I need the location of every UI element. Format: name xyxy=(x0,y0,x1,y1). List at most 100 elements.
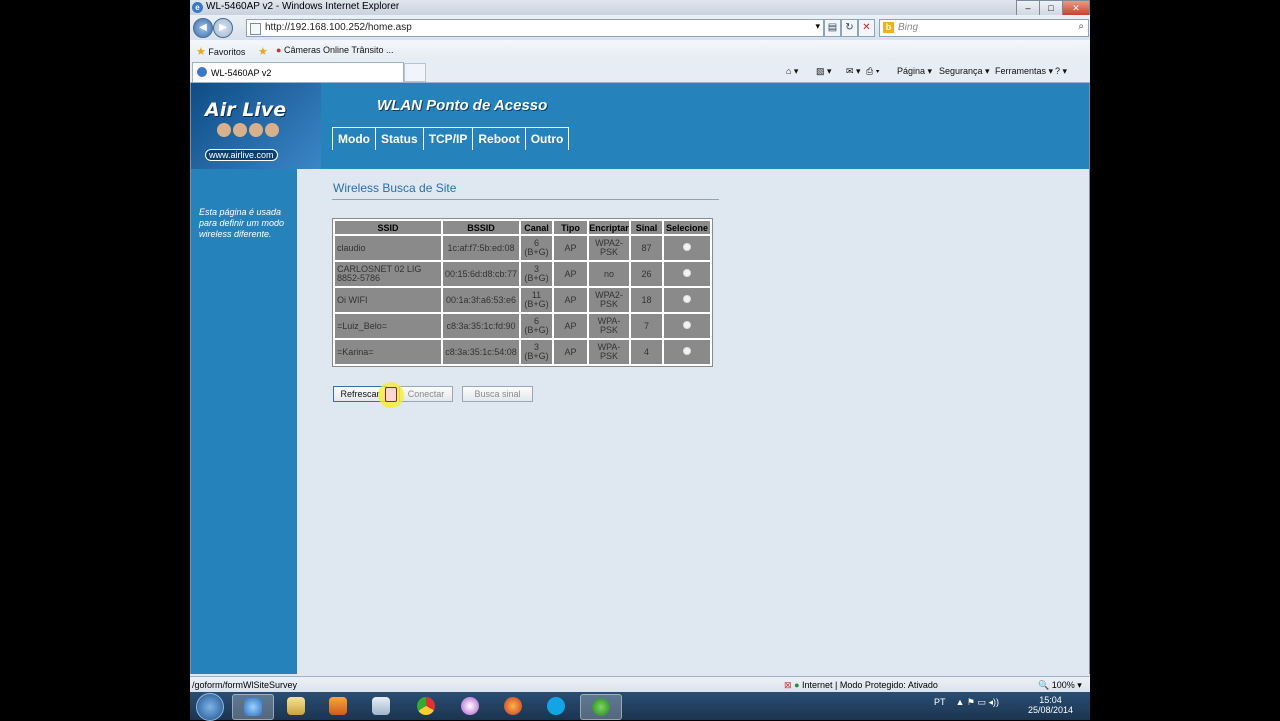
app-icon xyxy=(461,697,479,715)
clock[interactable]: 15:04 25/08/2014 xyxy=(1028,695,1073,715)
cell-encrypt: WPA2-PSK xyxy=(589,236,629,260)
zone-label: Internet | Modo Protegido: Ativado xyxy=(802,680,938,690)
cell-bssid: 1c:af:f7:5b:ed:08 xyxy=(443,236,519,260)
globe-icon: ● xyxy=(794,680,800,690)
table-row: CARLOSNET 02 LIG 8852-5786 00:15:6d:d8:c… xyxy=(335,262,710,286)
url-field[interactable]: http://192.168.100.252/home.asp ▾ xyxy=(246,19,824,37)
site-survey-table: SSID BSSID Canal Tipo Encriptar Sinal Se… xyxy=(332,218,713,367)
calculator-icon xyxy=(372,697,390,715)
tab-icon xyxy=(197,67,207,77)
tools-menu[interactable]: Ferramentas ▾ xyxy=(995,66,1053,77)
col-select: Selecione xyxy=(664,221,710,234)
menu-outro[interactable]: Outro xyxy=(524,128,570,150)
select-radio[interactable] xyxy=(683,269,691,277)
menu-tcpip[interactable]: TCP/IP xyxy=(422,128,473,150)
menu-status[interactable]: Status xyxy=(375,128,423,150)
select-radio[interactable] xyxy=(683,321,691,329)
taskbar-explorer[interactable] xyxy=(276,694,316,718)
cell-select xyxy=(664,314,710,338)
menu-reboot[interactable]: Reboot xyxy=(472,128,524,150)
menu-modo[interactable]: Modo xyxy=(332,128,375,150)
status-bar: /goform/formWlSiteSurvey ⊠ ● Internet | … xyxy=(190,676,1090,693)
cell-ssid: =Karina= xyxy=(335,340,441,364)
table-row: claudio 1c:af:f7:5b:ed:08 6 (B+G) AP WPA… xyxy=(335,236,710,260)
feeds-icon[interactable]: ▧ ▾ xyxy=(816,66,832,77)
tools-menu-label: Ferramentas xyxy=(995,66,1047,76)
table-row: Oi WIFI 00:1a:3f:a6:53:e6 11 (B+G) AP WP… xyxy=(335,288,710,312)
tab-bar: WL-5460AP v2 ⌂ ▾ ▧ ▾ ✉ ▾ ⎙ ▾ Página ▾ Se… xyxy=(190,60,1090,83)
select-radio[interactable] xyxy=(683,243,691,251)
click-highlight xyxy=(378,382,404,408)
refresh-icon[interactable]: ↻ xyxy=(841,19,858,37)
taskbar: PT ▲ ⚑ ▭ ◂)) 15:04 25/08/2014 xyxy=(190,692,1090,721)
zoom-value: 100% xyxy=(1051,680,1075,690)
fav-link-cameras[interactable]: ● Câmeras Online Trânsito ... xyxy=(276,45,394,55)
star-icon: ★ xyxy=(196,46,206,58)
cell-signal: 87 xyxy=(631,236,662,260)
cell-channel: 3 (B+G) xyxy=(521,262,552,286)
search-field[interactable]: b Bing ⌕ xyxy=(879,19,1089,37)
dropdown-icon[interactable]: ▾ xyxy=(815,21,820,32)
new-tab-button[interactable] xyxy=(404,63,426,82)
taskbar-calc[interactable] xyxy=(361,694,401,718)
table-row: =Karina= c8:3a:35:1c:54:08 3 (B+G) AP WP… xyxy=(335,340,710,364)
mail-icon[interactable]: ✉ ▾ xyxy=(846,66,861,77)
back-button[interactable]: ◀ xyxy=(193,18,213,38)
table-row: =Luiz_Belo= c8:3a:35:1c:fd:90 6 (B+G) AP… xyxy=(335,314,710,338)
forward-button[interactable]: ▶ xyxy=(213,18,233,38)
cell-type: AP xyxy=(554,236,587,260)
scan-button[interactable]: Busca sinal xyxy=(462,386,533,402)
tab-router[interactable]: WL-5460AP v2 xyxy=(192,62,404,82)
page-menu[interactable]: Página ▾ xyxy=(897,66,932,77)
cell-type: AP xyxy=(554,288,587,312)
col-channel: Canal xyxy=(521,221,552,234)
router-sidebar: Esta página é usada para definir um modo… xyxy=(191,169,297,674)
zoom-control[interactable]: 🔍 100% ▾ xyxy=(1038,680,1082,691)
stop-icon[interactable]: ✕ xyxy=(858,19,875,37)
search-icon[interactable]: ⌕ xyxy=(1078,21,1084,32)
media-icon xyxy=(329,697,347,715)
col-ssid: SSID xyxy=(335,221,441,234)
cell-channel: 3 (B+G) xyxy=(521,340,552,364)
taskbar-ie[interactable] xyxy=(232,694,274,720)
section-title: Wireless Busca de Site xyxy=(333,181,457,195)
security-menu[interactable]: Segurança ▾ xyxy=(939,66,990,77)
cell-signal: 4 xyxy=(631,340,662,364)
taskbar-firefox[interactable] xyxy=(493,694,533,718)
minimize-button[interactable]: – xyxy=(1016,0,1040,16)
sidebar-description: Esta página é usada para definir um modo… xyxy=(199,207,285,239)
taskbar-skype[interactable] xyxy=(536,694,576,718)
taskbar-media[interactable] xyxy=(318,694,358,718)
start-button[interactable] xyxy=(196,693,224,721)
maximize-button[interactable]: □ xyxy=(1039,0,1063,16)
add-favorites-icon[interactable]: ★ xyxy=(258,45,268,58)
help-icon[interactable]: ? ▾ xyxy=(1055,66,1067,77)
favorites-label: Favoritos xyxy=(208,47,246,57)
print-icon[interactable]: ⎙ ▾ xyxy=(866,66,879,77)
page-icon xyxy=(250,23,261,35)
airlive-logo: Air Live www.airlive.com xyxy=(191,83,321,169)
cell-encrypt: no xyxy=(589,262,629,286)
cell-channel: 6 (B+G) xyxy=(521,236,552,260)
cell-ssid: Oi WIFI xyxy=(335,288,441,312)
taskbar-camtasia[interactable] xyxy=(580,694,622,720)
hand-cursor-icon xyxy=(385,387,397,402)
blocked-icon: ⊠ xyxy=(784,680,792,690)
favorites-bar: ★ Favoritos ★ ● Câmeras Online Trânsito … xyxy=(190,40,1090,61)
status-link: /goform/formWlSiteSurvey xyxy=(192,680,298,690)
cell-bssid: c8:3a:35:1c:fd:90 xyxy=(443,314,519,338)
col-encrypt: Encriptar xyxy=(589,221,629,234)
col-signal: Sinal xyxy=(631,221,662,234)
compat-view-icon[interactable]: ▤ xyxy=(824,19,841,37)
select-radio[interactable] xyxy=(683,295,691,303)
router-header: Air Live www.airlive.com WLAN Ponto de A… xyxy=(191,83,1089,169)
taskbar-chrome[interactable] xyxy=(406,694,446,718)
favorites-button[interactable]: ★ Favoritos xyxy=(196,45,245,58)
col-bssid: BSSID xyxy=(443,221,519,234)
select-radio[interactable] xyxy=(683,347,691,355)
home-icon[interactable]: ⌂ ▾ xyxy=(786,66,798,77)
language-indicator[interactable]: PT xyxy=(934,697,946,707)
close-button[interactable]: ✕ xyxy=(1062,0,1090,16)
taskbar-app[interactable] xyxy=(450,694,490,718)
connect-button[interactable]: Conectar xyxy=(399,386,453,402)
